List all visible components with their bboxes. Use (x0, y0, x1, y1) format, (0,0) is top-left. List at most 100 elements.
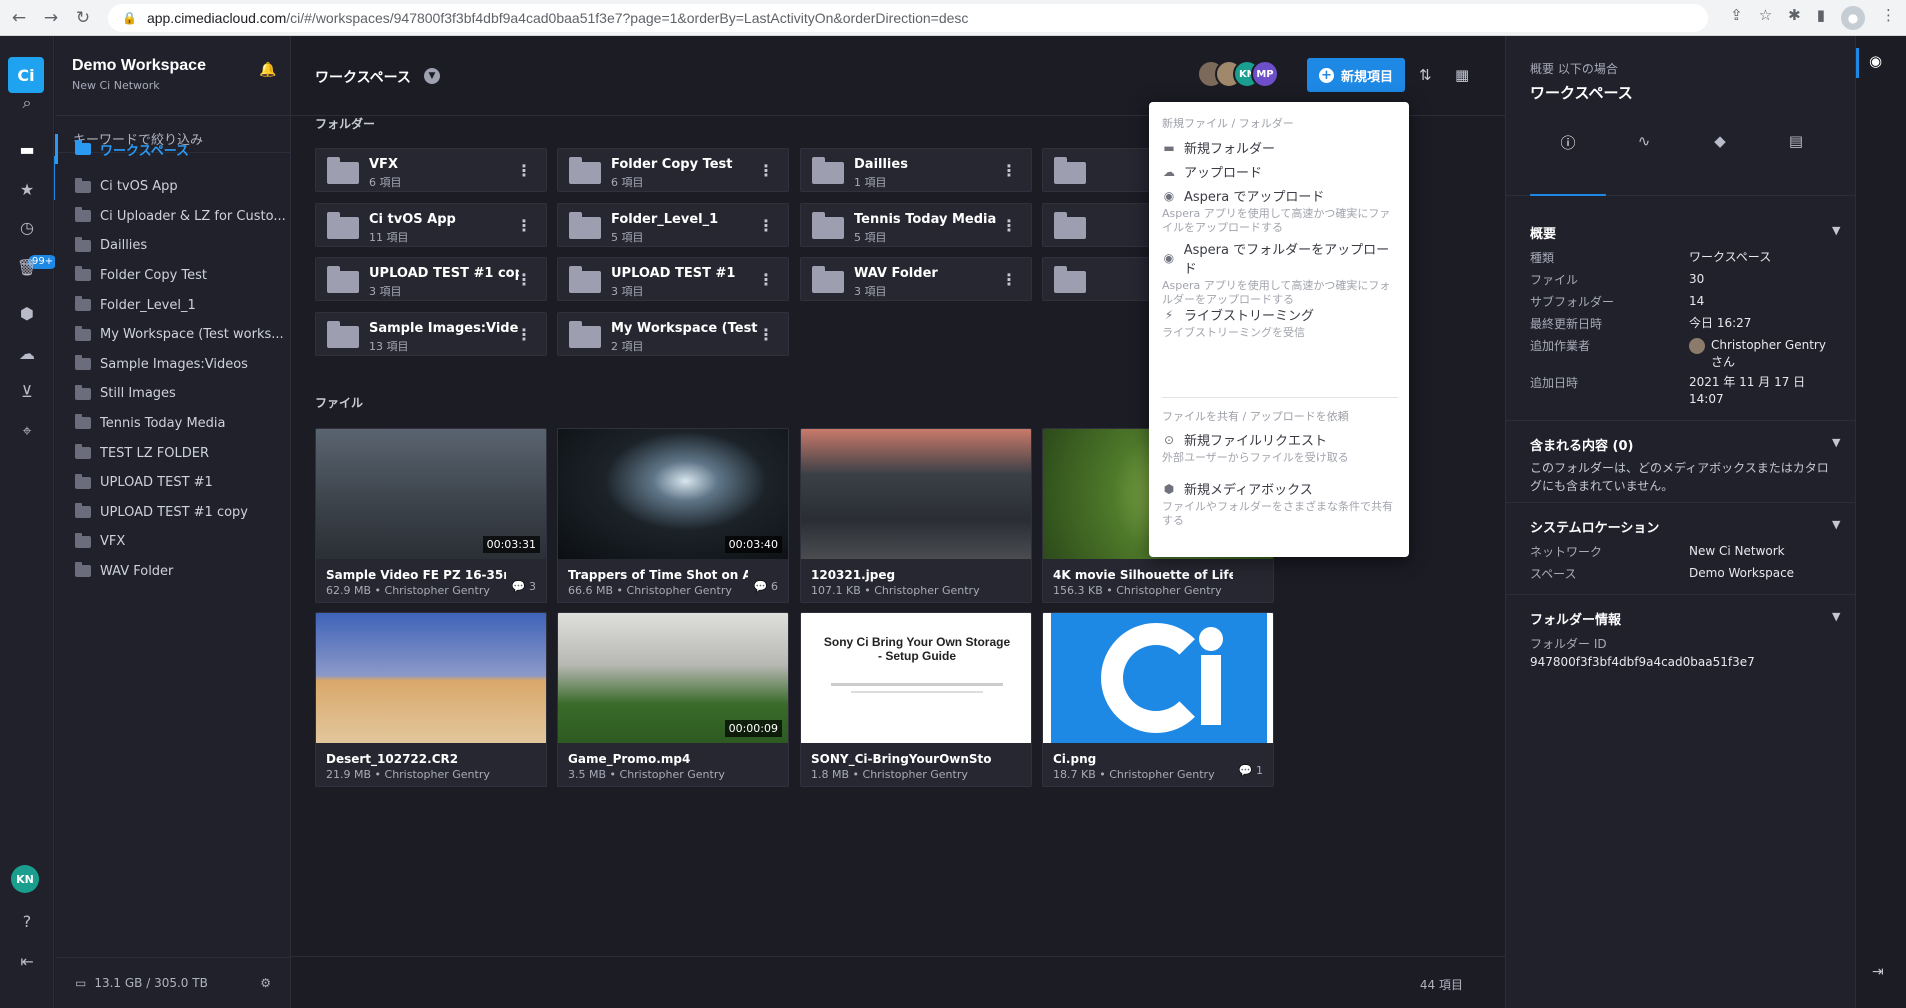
sidebar-item[interactable]: Sample Images:Videos (55, 349, 291, 379)
forward-icon[interactable]: → (38, 5, 64, 31)
address-bar[interactable]: 🔒 app.cimediacloud.com/ci/#/workspaces/9… (108, 3, 1708, 32)
sort-icon[interactable]: ⇅ (1419, 66, 1432, 84)
file-thumbnail[interactable]: 00:03:31 (316, 429, 546, 559)
file-thumbnail[interactable]: 00:03:40 (558, 429, 788, 559)
sidebar-item[interactable]: My Workspace (Test works... (55, 320, 291, 350)
comment-count[interactable]: 💬 6 (754, 580, 778, 593)
sidebar-item[interactable]: UPLOAD TEST #1 (55, 468, 291, 498)
menu-aspera-upload[interactable]: ◉ Aspera でアップロード Aspera アプリを使用して高速かつ確実にファ… (1162, 186, 1398, 235)
reload-icon[interactable]: ↻ (70, 5, 96, 31)
folder-info-heading[interactable]: フォルダー情報 (1530, 609, 1621, 628)
sidebar-item[interactable]: VFX (55, 527, 291, 557)
menu-live-streaming[interactable]: ⚡ ライブストリーミング ライブストリーミングを受信 (1162, 305, 1398, 340)
more-menu-icon[interactable]: ⋮ (516, 325, 532, 344)
more-menu-icon[interactable]: ⋮ (516, 270, 532, 289)
folder-card[interactable]: Folder Copy Test 6 項目 ⋮ (557, 148, 789, 192)
target-icon[interactable]: ⌖ (12, 416, 42, 446)
comment-count[interactable]: 💬 3 (512, 580, 536, 593)
clock-icon[interactable]: ◷ (12, 212, 42, 242)
star-icon[interactable]: ★ (12, 174, 42, 204)
box-icon[interactable]: ⬢ (12, 298, 42, 328)
file-thumbnail[interactable] (1043, 613, 1273, 743)
back-icon[interactable]: ← (6, 5, 32, 31)
info-icon[interactable]: ⓘ (1530, 132, 1606, 153)
folder-card[interactable]: VFX 6 項目 ⋮ (315, 148, 547, 192)
sidebar-item[interactable]: Folder_Level_1 (55, 290, 291, 320)
workspace-title[interactable]: Demo Workspace (72, 57, 206, 75)
more-menu-icon[interactable]: ⋮ (516, 216, 532, 235)
bookmark-star-icon[interactable]: ☆ (1759, 6, 1772, 30)
search-icon[interactable]: ⌕ (12, 88, 42, 118)
menu-upload[interactable]: ☁ アップロード (1162, 162, 1398, 182)
member-avatars[interactable]: KN MP (1197, 60, 1279, 90)
gear-icon[interactable]: ⚙ (260, 976, 271, 990)
activity-icon[interactable]: ∿ (1606, 132, 1682, 150)
folder-card[interactable]: My Workspace (Test wo... 2 項目 ⋮ (557, 311, 789, 356)
folder-card[interactable]: Sample Images:Videos 13 項目 ⋮ (315, 311, 547, 356)
sidebar-item[interactable]: ワークスペース (55, 134, 291, 164)
cloud-icon[interactable]: ☁ (12, 338, 42, 368)
extensions-icon[interactable]: ✱ (1788, 6, 1801, 30)
folder-card[interactable]: Folder_Level_1 5 項目 ⋮ (557, 202, 789, 247)
folder-card[interactable]: WAV Folder 3 項目 ⋮ (800, 257, 1032, 301)
file-card[interactable]: 00:00:09 Game_Promo.mp4 3.5 MB • Christoph… (557, 612, 789, 787)
collapse-left-icon[interactable]: ⇤ (12, 946, 42, 976)
file-card[interactable]: 00:03:40 Trappers of Time Shot on Alpha 7… (557, 428, 789, 603)
file-thumbnail[interactable]: Sony Ci Bring Your Own Storage - Setup G… (801, 613, 1031, 743)
chevron-down-icon[interactable]: ▼ (1832, 610, 1840, 623)
more-menu-icon[interactable]: ⋮ (758, 325, 774, 344)
bell-icon[interactable]: 🔔 (259, 62, 276, 78)
sidebar-item[interactable]: Ci tvOS App (55, 172, 291, 202)
new-item-button[interactable]: + 新規項目 (1307, 58, 1405, 92)
download-icon[interactable]: ⊻ (12, 376, 42, 406)
more-menu-icon[interactable]: ⋮ (758, 161, 774, 180)
chevron-down-icon[interactable]: ▼ (424, 68, 440, 84)
more-menu-icon[interactable]: ⋮ (758, 270, 774, 289)
folder-card[interactable]: Tennis Today Media 5 項目 ⋮ (800, 202, 1032, 247)
more-menu-icon[interactable]: ⋮ (1001, 270, 1017, 289)
sidebar-item[interactable]: UPLOAD TEST #1 copy (55, 497, 291, 527)
tag-icon[interactable]: ◆ (1682, 132, 1758, 150)
sidebar-item[interactable]: WAV Folder (55, 556, 291, 586)
more-menu-icon[interactable]: ⋮ (1001, 161, 1017, 180)
folder-card[interactable]: UPLOAD TEST #1 copy 3 項目 ⋮ (315, 257, 547, 301)
member-avatar[interactable]: MP (1251, 60, 1279, 88)
menu-new-media-box[interactable]: ⬢ 新規メディアボックス ファイルやフォルダーをさまざまな条件で共有する (1162, 479, 1398, 528)
eye-icon[interactable]: ◉ (1869, 52, 1882, 70)
trash-icon[interactable]: 🗑 (12, 252, 42, 282)
file-card[interactable]: Ci.png 18.7 KB • Christopher Gentry 💬 1 (1042, 612, 1274, 787)
sidebar-item[interactable]: Tennis Today Media (55, 408, 291, 438)
browser-profile-icon[interactable]: ● (1841, 5, 1865, 30)
sidebar-item[interactable]: Still Images (55, 379, 291, 409)
chevron-down-icon[interactable]: ▼ (1832, 436, 1840, 449)
help-icon[interactable]: ? (12, 906, 42, 936)
more-menu-icon[interactable]: ⋮ (516, 161, 532, 180)
browser-menu-icon[interactable]: ⋮ (1881, 6, 1896, 30)
file-card[interactable]: Desert_102722.CR2 21.9 MB • Christopher G… (315, 612, 547, 787)
sidebar-item[interactable]: Daillies (55, 231, 291, 261)
folder-card[interactable]: Daillies 1 項目 ⋮ (800, 148, 1032, 192)
grid-view-icon[interactable]: ▦ (1455, 66, 1469, 84)
chevron-down-icon[interactable]: ▼ (1832, 518, 1840, 531)
file-card[interactable]: 00:03:31 Sample Video FE PZ 16-35mm F4 ..… (315, 428, 547, 603)
sidebar-item[interactable]: Folder Copy Test (55, 260, 291, 290)
folder-card[interactable]: UPLOAD TEST #1 3 項目 ⋮ (557, 257, 789, 301)
folder-icon[interactable]: ▬ (12, 134, 42, 164)
more-menu-icon[interactable]: ⋮ (758, 216, 774, 235)
comment-count[interactable]: 💬 1 (1239, 764, 1263, 777)
user-avatar[interactable]: KN (11, 865, 39, 893)
overview-heading[interactable]: 概要 (1530, 223, 1556, 242)
file-thumbnail[interactable] (801, 429, 1031, 559)
file-card[interactable]: Sony Ci Bring Your Own Storage - Setup G… (800, 612, 1032, 787)
sidepanel-icon[interactable]: ▮ (1817, 6, 1825, 30)
menu-new-folder[interactable]: ▬ 新規フォルダー (1162, 138, 1398, 158)
sidebar-item[interactable]: TEST LZ FOLDER (55, 438, 291, 468)
sidebar-item[interactable]: Ci Uploader & LZ for Custo... (55, 201, 291, 231)
collapse-right-icon[interactable]: ⇥ (1872, 964, 1884, 980)
more-menu-icon[interactable]: ⋮ (1001, 216, 1017, 235)
menu-aspera-folder-upload[interactable]: ◉ Aspera でフォルダーをアップロード Aspera アプリを使用して高速か… (1162, 239, 1398, 307)
menu-new-file-request[interactable]: ⊙ 新規ファイルリクエスト 外部ユーザーからファイルを受け取る (1162, 430, 1398, 465)
contains-heading[interactable]: 含まれる内容 (0) (1530, 435, 1633, 454)
chevron-down-icon[interactable]: ▼ (1832, 224, 1840, 237)
file-card[interactable]: 120321.jpeg 107.1 KB • Christopher Gentry (800, 428, 1032, 603)
